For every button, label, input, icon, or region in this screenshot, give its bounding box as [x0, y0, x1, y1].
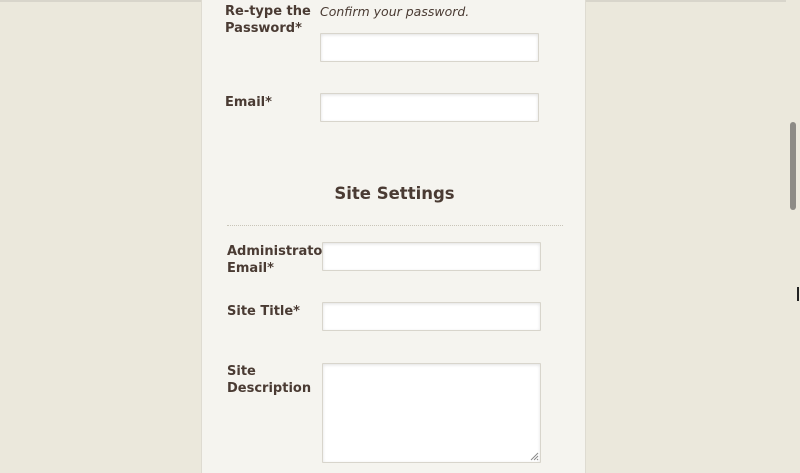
- page: Re-type the Password* Confirm your passw…: [0, 0, 800, 473]
- retype-password-input[interactable]: [320, 33, 539, 62]
- vertical-scrollbar[interactable]: [786, 0, 800, 473]
- site-title-label: Site Title*: [227, 304, 300, 319]
- text-cursor-icon: [797, 287, 799, 301]
- email-input[interactable]: [320, 93, 539, 122]
- form-panel: Re-type the Password* Confirm your passw…: [201, 0, 586, 473]
- retype-password-label: Re-type the Password*: [225, 4, 311, 36]
- admin-email-label: Administrator Email*: [227, 244, 329, 276]
- admin-email-input[interactable]: [322, 242, 541, 271]
- email-label: Email*: [225, 95, 272, 110]
- site-settings-heading: Site Settings: [334, 184, 455, 203]
- retype-password-hint: Confirm your password.: [320, 4, 470, 19]
- site-title-input[interactable]: [322, 302, 541, 331]
- site-description-wrapper: [322, 363, 541, 463]
- section-divider: [227, 225, 563, 226]
- site-description-label: Site Description: [227, 364, 312, 396]
- scrollbar-thumb[interactable]: [790, 122, 796, 210]
- resize-grip-icon[interactable]: [530, 452, 539, 461]
- site-description-textarea[interactable]: [322, 363, 541, 463]
